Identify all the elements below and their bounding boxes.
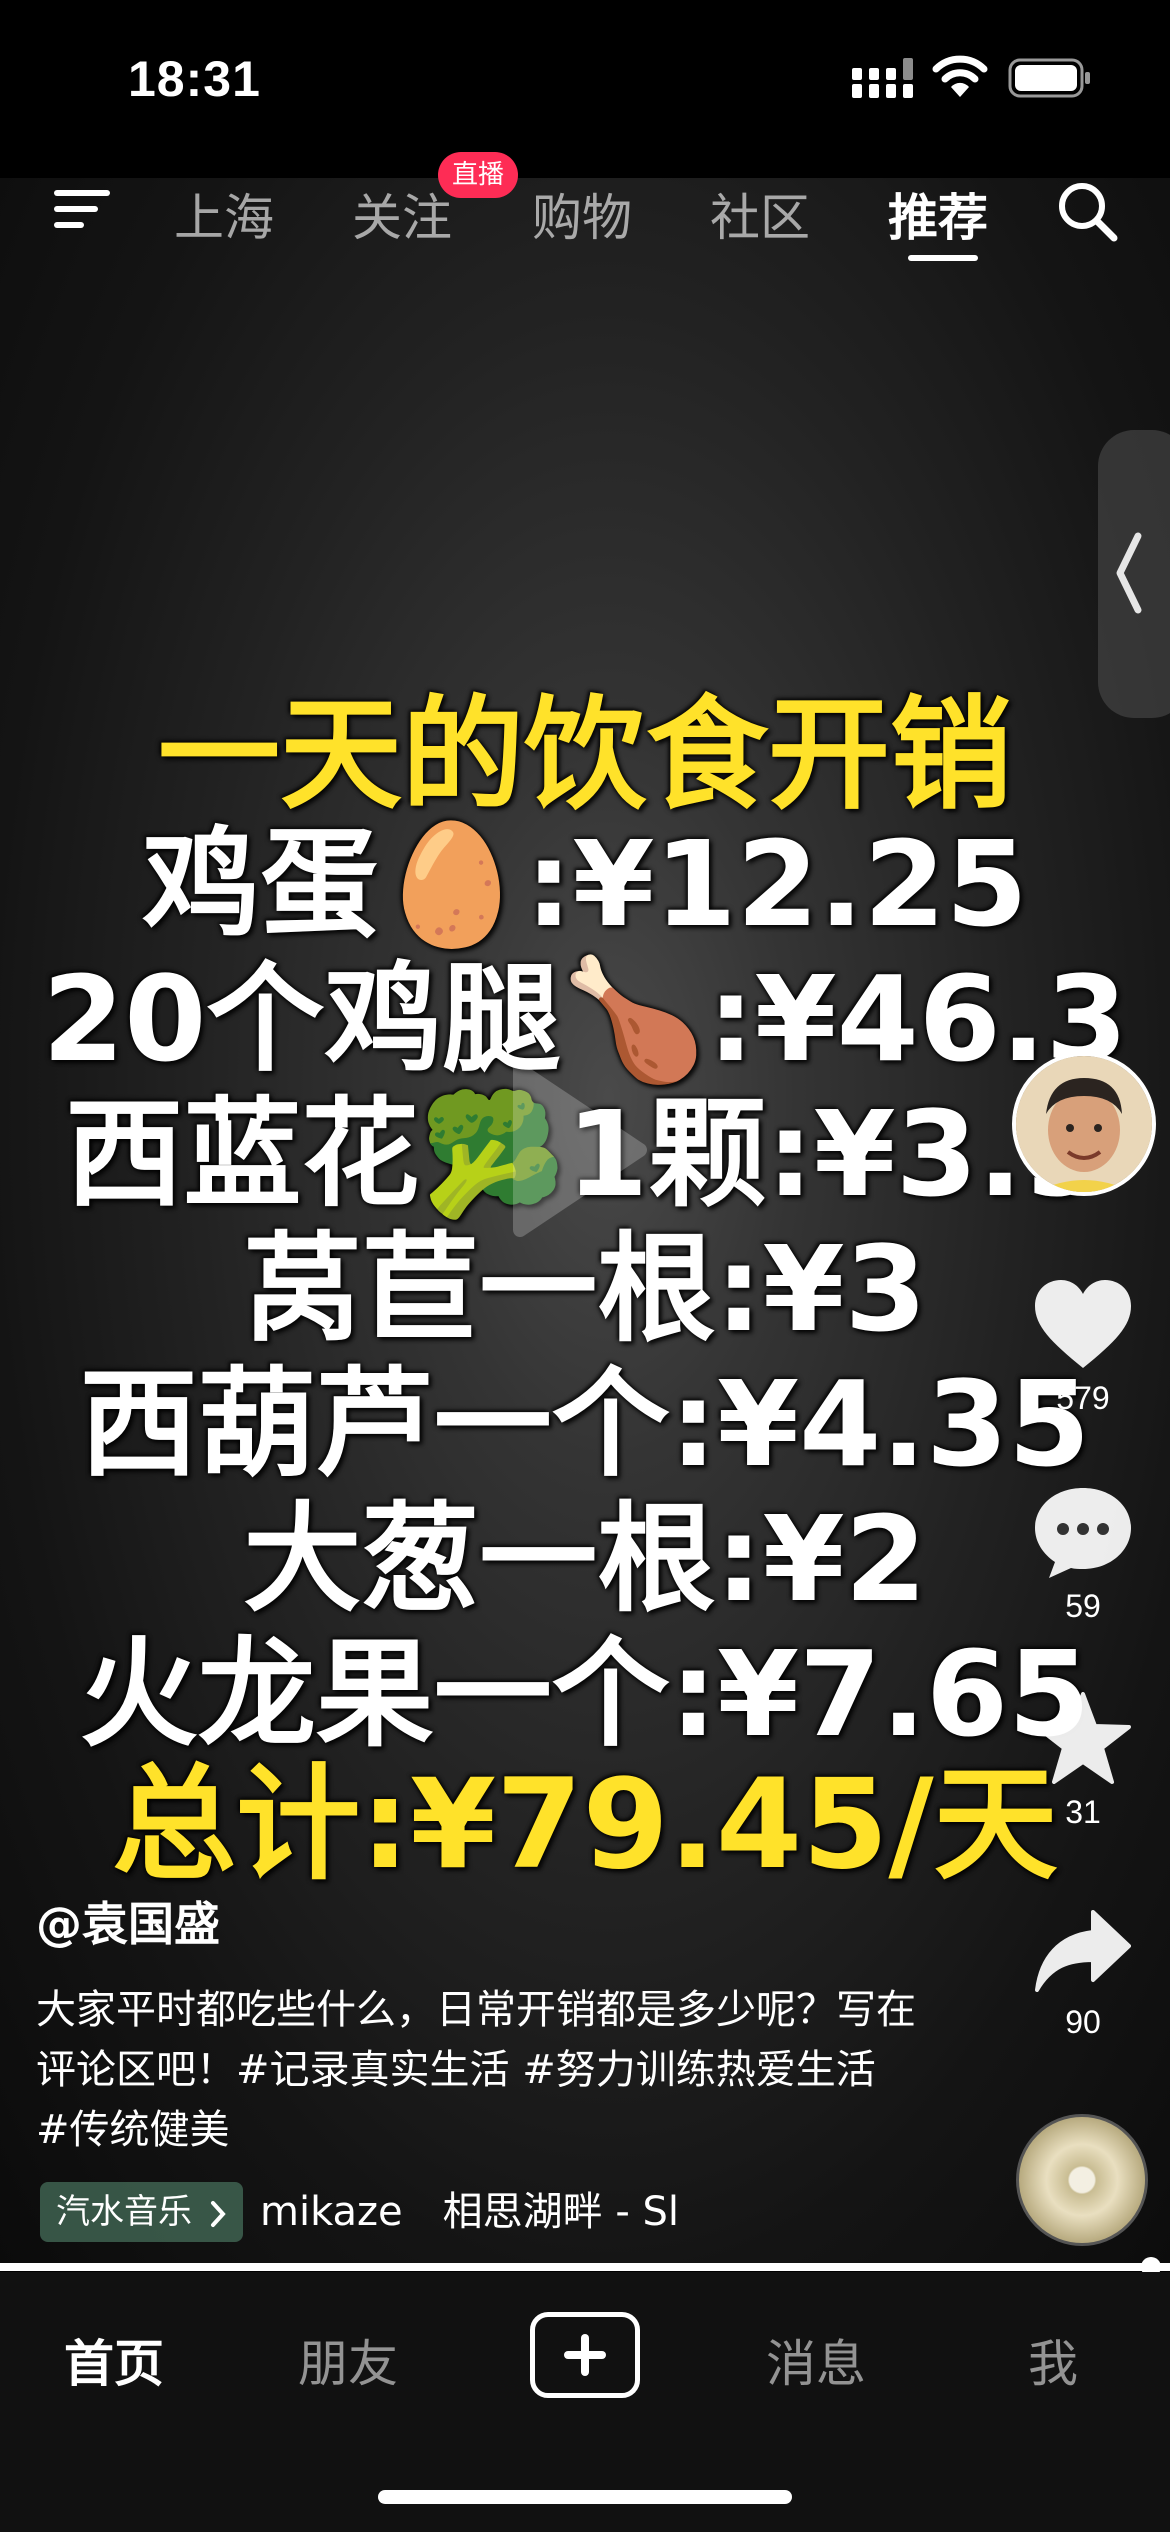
comment-button[interactable]: 59 [1018, 1484, 1148, 1625]
live-badge[interactable]: 直播 [438, 152, 519, 198]
share-icon [1035, 1910, 1131, 1992]
heart-icon [1035, 1280, 1131, 1368]
tab-shanghai[interactable]: 上海 [174, 178, 274, 250]
comment-icon [1035, 1488, 1131, 1578]
create-button[interactable] [530, 2312, 640, 2398]
top-nav: 上海 关注 直播 购物 社区 推荐 [0, 150, 1170, 270]
tab-recommend[interactable]: 推荐 [888, 178, 988, 250]
home-indicator [378, 2490, 792, 2504]
tab-messages[interactable]: 消息 [766, 2324, 866, 2396]
app-screen: 一天的饮食开销 鸡蛋🥚:¥12.25 20个鸡腿🍗:¥46.3 西蓝花🥦1颗:¥… [0, 0, 1170, 2532]
signal-icon [852, 58, 913, 98]
active-tab-indicator [908, 255, 978, 261]
chevron-right-icon [210, 2200, 226, 2227]
tab-shopping[interactable]: 购物 [532, 178, 632, 250]
tab-community[interactable]: 社区 [710, 178, 810, 250]
chevron-left-icon [1116, 532, 1142, 614]
wifi-icon [932, 55, 988, 97]
favorite-count: 31 [1065, 1794, 1101, 1830]
favorite-button[interactable]: 31 [1018, 1690, 1148, 1831]
tab-friends[interactable]: 朋友 [298, 2324, 398, 2396]
music-chip-label: 汽水音乐 [56, 2192, 192, 2232]
like-button[interactable]: 579 [1018, 1278, 1148, 1417]
plus-icon [564, 2334, 606, 2376]
music-row[interactable]: 汽水音乐 mikaze 相思湖畔 - Sl [40, 2182, 720, 2242]
video-progress-bar[interactable] [0, 2263, 1170, 2271]
like-count: 579 [1056, 1380, 1110, 1416]
tab-me[interactable]: 我 [1028, 2324, 1078, 2396]
music-title[interactable]: mikaze 相思湖畔 - Sl [260, 2182, 760, 2242]
avatar-image [1016, 1056, 1152, 1192]
menu-icon[interactable] [50, 182, 114, 236]
video-total-line: 总计:¥79.45/天 [112, 1753, 1058, 1897]
side-panel-handle[interactable] [1098, 430, 1170, 718]
status-time: 18:31 [128, 51, 261, 107]
author-avatar[interactable] [1012, 1052, 1156, 1196]
share-count: 90 [1065, 2004, 1101, 2040]
post-caption[interactable]: 大家平时都吃些什么，日常开销都是多少呢？写在评论区吧！#记录真实生活 #努力训练… [36, 1980, 916, 2160]
play-icon[interactable] [500, 1060, 650, 1240]
music-app-chip[interactable]: 汽水音乐 [40, 2182, 243, 2242]
comment-count: 59 [1065, 1588, 1101, 1624]
star-icon [1035, 1692, 1131, 1784]
author-name[interactable]: @袁国盛 [36, 1888, 220, 1954]
battery-icon [1008, 58, 1090, 98]
search-icon[interactable] [1054, 178, 1120, 244]
share-button[interactable]: 90 [1018, 1906, 1148, 2041]
tab-follow[interactable]: 关注 [352, 178, 452, 250]
music-disc[interactable] [1016, 2114, 1148, 2246]
tab-home[interactable]: 首页 [64, 2324, 164, 2396]
